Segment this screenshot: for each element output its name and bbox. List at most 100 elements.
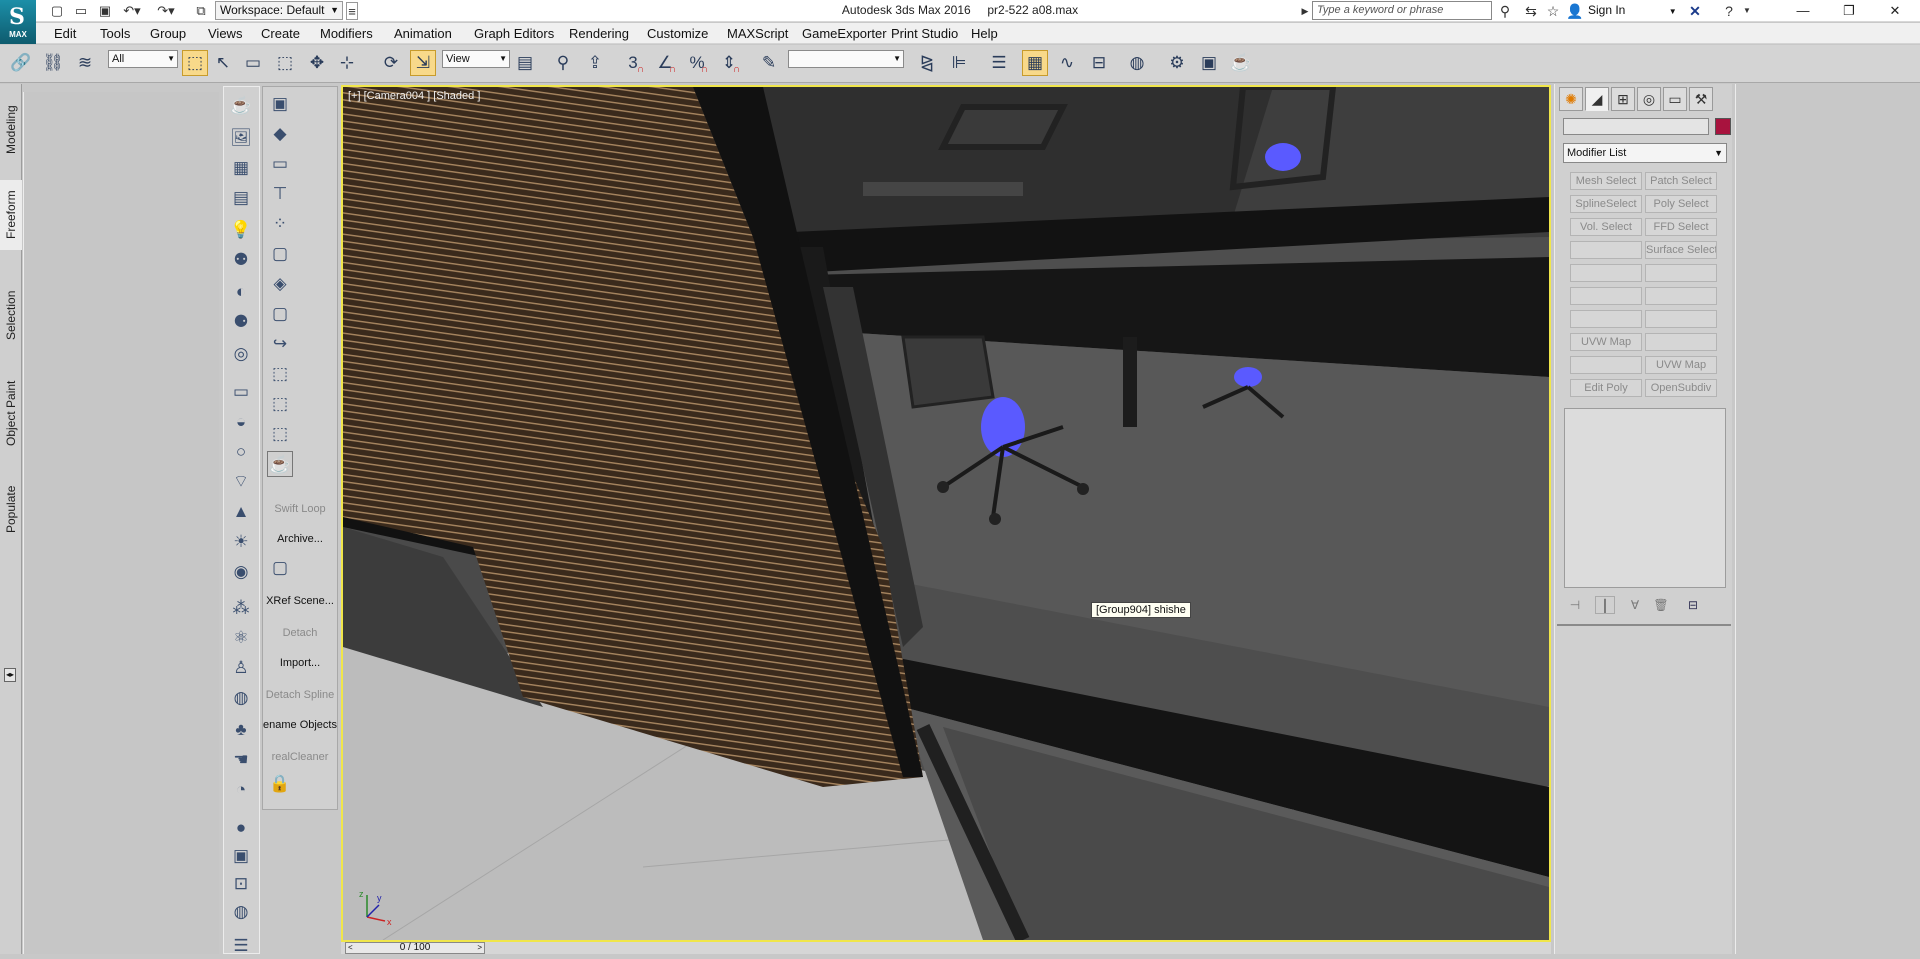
teapot-icon[interactable]: ☕ [228, 93, 254, 119]
redo-icon[interactable]: ↷▾ [154, 2, 178, 20]
mesh-select-button[interactable]: Mesh Select [1570, 172, 1642, 190]
close-button[interactable]: ✕ [1872, 0, 1918, 22]
object-color-swatch[interactable] [1715, 118, 1731, 135]
tab-selection[interactable]: Selection [0, 280, 22, 350]
tab-populate[interactable]: Populate [0, 474, 22, 544]
menu-customize[interactable]: Customize [647, 26, 708, 41]
detach-spline-button[interactable]: Detach Spline [263, 689, 337, 701]
tab-object-paint[interactable]: Object Paint [0, 368, 22, 458]
uvw-map-button[interactable]: UVW Map [1645, 356, 1717, 374]
plane-icon[interactable]: ▭ [228, 379, 254, 405]
vase-icon[interactable]: ⌔ [228, 469, 254, 495]
angle-snap-icon[interactable]: ∠ ∩ [652, 50, 678, 76]
import-button[interactable]: Import... [263, 657, 337, 669]
display-tab-icon[interactable]: ▭ [1663, 87, 1687, 111]
uvw-map-button[interactable]: UVW Map [1570, 333, 1642, 351]
modifier-slot-button[interactable] [1645, 264, 1717, 282]
render-setup-icon[interactable]: ⚙ [1164, 50, 1190, 76]
pivot-center-icon[interactable]: ▤ [512, 50, 538, 76]
cone-icon[interactable]: ▲ [228, 499, 254, 525]
render-camera-icon[interactable]: ⚈ [228, 309, 254, 335]
unlink-icon[interactable]: ⛓ [40, 50, 66, 76]
list-icon[interactable]: ☰ [228, 933, 254, 959]
curve-editor-icon[interactable]: ∿ [1054, 50, 1080, 76]
utilities-tab-icon[interactable]: ⚒ [1689, 87, 1713, 111]
box-dotted-icon[interactable]: ⬚ [267, 361, 293, 387]
light-bulb-icon[interactable]: 💡 [228, 217, 254, 243]
modifier-slot-button[interactable] [1570, 356, 1642, 374]
teapot-render-icon[interactable]: ☕ [267, 451, 293, 477]
swift-loop-button[interactable]: Swift Loop [263, 503, 337, 515]
detach-button[interactable]: Detach [263, 627, 337, 639]
new-file-icon[interactable]: ▢ [48, 2, 66, 20]
modifier-slot-button[interactable] [1570, 310, 1642, 328]
exchange-icon[interactable]: ✕ [1686, 2, 1704, 20]
material-editor-icon[interactable]: ◍ [1124, 50, 1150, 76]
object-name-field[interactable] [1563, 118, 1709, 135]
calculator-icon[interactable]: ▦ [228, 155, 254, 181]
ffd-select-button[interactable]: FFD Select [1645, 218, 1717, 236]
select-and-link-icon[interactable]: 🔗 [8, 50, 34, 76]
selection-filter-dropdown[interactable]: All ▼ [108, 50, 178, 68]
next-frame-icon[interactable]: > [477, 943, 482, 953]
chevron-down-icon[interactable]: ▼ [1738, 2, 1756, 20]
window-crossing-icon[interactable]: ⬚ [272, 50, 298, 76]
grid-table-icon[interactable]: ▤ [228, 185, 254, 211]
molecule-icon[interactable]: ⚛ [228, 625, 254, 651]
camera-viewport[interactable]: [+] [Camera004 ] [Shaded ] [Group904] sh… [341, 85, 1551, 942]
menu-help[interactable]: Help [971, 26, 998, 41]
quick-access-menu-icon[interactable]: ≡ [346, 2, 358, 20]
menu-animation[interactable]: Animation [394, 26, 452, 41]
mirror-icon[interactable]: ⧎ [914, 50, 940, 76]
frame-icon[interactable]: ⊡ [228, 871, 254, 897]
create-tab-icon[interactable]: ✺ [1559, 87, 1583, 111]
target-icon[interactable]: ◉ [228, 559, 254, 585]
rocks-icon[interactable]: ⁂ [228, 595, 254, 621]
open-file-icon[interactable]: ▭ [72, 2, 90, 20]
gem-icon[interactable]: ◆ [267, 121, 293, 147]
cube-icon[interactable]: ▣ [267, 91, 293, 117]
paint-selection-icon[interactable]: ⊹ [334, 50, 360, 76]
tab-freeform[interactable]: Freeform [0, 180, 22, 250]
make-unique-icon[interactable]: ∀ [1625, 596, 1645, 614]
workspace-dropdown[interactable]: Workspace: Default ▼ [215, 1, 343, 20]
pin-stack-icon[interactable]: ⊣ [1565, 596, 1585, 614]
modifier-slot-button[interactable] [1645, 310, 1717, 328]
reel-icon[interactable]: ◎ [228, 341, 254, 367]
show-end-result-icon[interactable]: ┃ [1595, 596, 1615, 614]
menu-print-studio[interactable]: Print Studio [891, 26, 958, 41]
spinner-snap-icon[interactable]: ⇕ ∩ [716, 50, 742, 76]
project-folder-icon[interactable]: ⧉ [192, 2, 210, 20]
hierarchy-icon[interactable]: ⊤ [267, 181, 293, 207]
menu-group[interactable]: Group [150, 26, 186, 41]
keyboard-shortcut-override-icon[interactable]: ⇪ [582, 50, 608, 76]
select-and-move-icon[interactable]: ✥ [304, 50, 330, 76]
modify-tab-icon[interactable]: ◢ [1585, 87, 1609, 111]
blue-sphere-icon[interactable]: ◍ [228, 899, 254, 925]
circle-icon[interactable]: ○ [228, 439, 254, 465]
arrow-icon[interactable]: ↪ [267, 331, 293, 357]
reference-coordinate-dropdown[interactable]: View ▼ [442, 50, 510, 68]
help-icon[interactable]: ? [1720, 2, 1738, 20]
menu-create[interactable]: Create [261, 26, 300, 41]
poly-select-button[interactable]: Poly Select [1645, 195, 1717, 213]
select-and-scale-icon[interactable]: ⇲ [410, 50, 436, 76]
viewport-label[interactable]: [+] [Camera004 ] [Shaded ] [348, 90, 480, 102]
named-selection-dropdown[interactable]: ▼ [788, 50, 904, 68]
opensubdiv-button[interactable]: OpenSubdiv [1645, 379, 1717, 397]
modifier-slot-button[interactable] [1570, 241, 1642, 259]
app-menu-button[interactable]: S MAX [0, 0, 36, 44]
box-icon[interactable]: ▢ [267, 241, 293, 267]
box-grey-icon[interactable]: ▢ [267, 555, 293, 581]
menu-maxscript[interactable]: MAXScript [727, 26, 788, 41]
person-icon[interactable]: ♙ [228, 655, 254, 681]
star-icon[interactable]: ☆ [1544, 2, 1562, 20]
xref-scene-button[interactable]: XRef Scene... [263, 595, 337, 607]
archive-button[interactable]: Archive... [263, 533, 337, 545]
material-icon[interactable]: ▣ [228, 843, 254, 869]
ribbon-expand-icon[interactable]: ◂▸ [4, 668, 16, 682]
modifier-slot-button[interactable] [1645, 287, 1717, 305]
lock-icon[interactable]: 🔒 [267, 771, 293, 797]
screen-icon[interactable]: ▭ [267, 151, 293, 177]
align-icon[interactable]: ⊫ [946, 50, 972, 76]
